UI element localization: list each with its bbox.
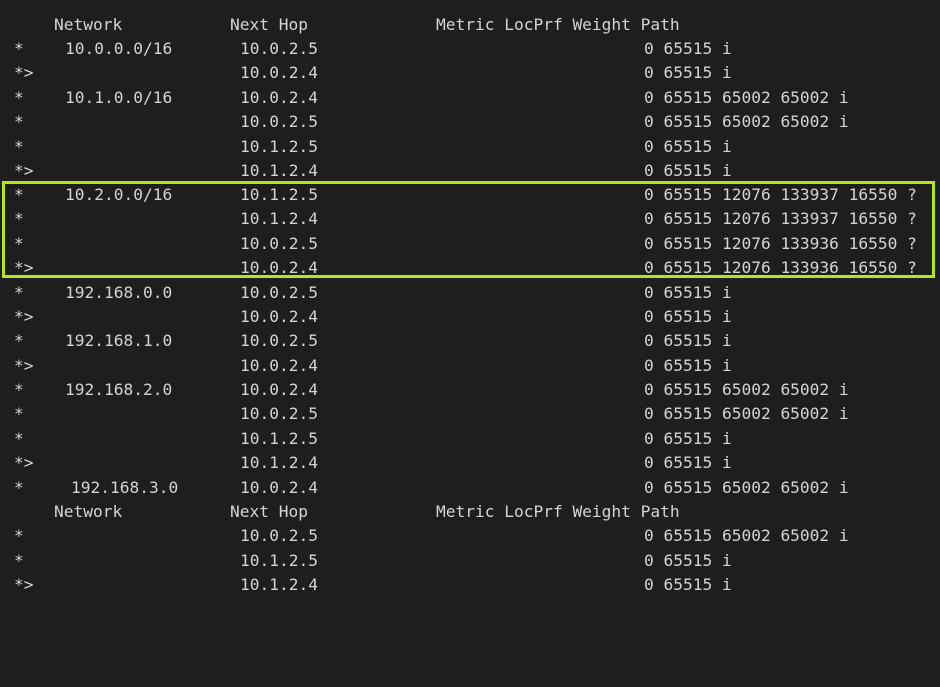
route-next-hop: 10.1.2.4 [240, 453, 318, 472]
route-next-hop: 10.1.2.5 [240, 429, 318, 448]
route-weight-path: 0 65515 i [644, 137, 732, 156]
route-weight-path: 0 65515 i [644, 283, 732, 302]
route-weight-path: 0 65515 i [644, 63, 732, 82]
route-status: * [14, 283, 24, 302]
route-status: * [14, 39, 24, 58]
route-next-hop: 10.0.2.4 [240, 88, 318, 107]
route-weight-path: 0 65515 65002 65002 i [644, 526, 849, 545]
table-row: *> 10.1.2.4 0 65515 i [0, 451, 940, 475]
terminal-output: Network Next Hop Metric LocPrf Weight Pa… [0, 0, 940, 595]
route-next-hop: 10.0.2.4 [240, 63, 318, 82]
route-next-hop: 10.0.2.4 [240, 380, 318, 399]
route-network: 192.168.0.0 [65, 283, 173, 302]
route-weight-path: 0 65515 65002 65002 i [644, 112, 849, 131]
table-header: Network Next Hop Metric LocPrf Weight Pa… [0, 500, 940, 524]
header-network: Network [54, 502, 123, 521]
table-row: * 192.168.0.0 10.0.2.5 0 65515 i [0, 281, 940, 305]
route-weight-path: 0 65515 65002 65002 i [644, 404, 849, 423]
route-status: *> [14, 307, 34, 326]
route-next-hop: 10.0.2.5 [240, 404, 318, 423]
route-weight-path: 0 65515 65002 65002 i [644, 478, 849, 497]
route-status: * [14, 404, 24, 423]
route-status: * [14, 526, 24, 545]
route-weight-path: 0 65515 i [644, 551, 732, 570]
route-weight-path: 0 65515 i [644, 161, 732, 180]
route-next-hop: 10.1.2.5 [240, 551, 318, 570]
route-next-hop: 10.1.2.4 [240, 575, 318, 594]
route-status: * [14, 331, 24, 350]
header-next-hop: Next Hop [230, 502, 308, 521]
route-status: * [14, 88, 24, 107]
table-row: * 10.1.2.5 0 65515 i [0, 135, 940, 159]
route-weight-path: 0 65515 i [644, 307, 732, 326]
table-row: * 10.0.2.5 0 65515 65002 65002 i [0, 110, 940, 134]
table-row: * 10.1.2.5 0 65515 i [0, 549, 940, 573]
route-weight-path: 0 65515 i [644, 356, 732, 375]
route-next-hop: 10.0.2.5 [240, 39, 318, 58]
route-status: * [14, 380, 24, 399]
route-next-hop: 10.0.2.5 [240, 112, 318, 131]
route-weight-path: 0 65515 i [644, 453, 732, 472]
route-next-hop: 10.0.2.4 [240, 356, 318, 375]
route-weight-path: 0 65515 i [644, 39, 732, 58]
table-row: *> 10.1.2.4 0 65515 i [0, 159, 940, 183]
route-next-hop: 10.1.2.5 [240, 137, 318, 156]
route-next-hop: 10.0.2.4 [240, 478, 318, 497]
route-next-hop: 10.0.2.4 [240, 307, 318, 326]
header-next-hop: Next Hop [230, 15, 308, 34]
route-network: 10.0.0.0/16 [65, 39, 173, 58]
route-network: 192.168.1.0 [65, 331, 173, 350]
highlight-box [2, 181, 935, 278]
table-row: * 10.0.2.5 0 65515 65002 65002 i [0, 402, 940, 426]
table-row: *> 10.0.2.4 0 65515 i [0, 354, 940, 378]
route-weight-path: 0 65515 i [644, 575, 732, 594]
route-weight-path: 0 65515 65002 65002 i [644, 380, 849, 399]
route-weight-path: 0 65515 i [644, 429, 732, 448]
table-row: *> 10.0.2.4 0 65515 i [0, 61, 940, 85]
route-status: *> [14, 63, 34, 82]
table-row: *> 10.0.2.4 0 65515 i [0, 305, 940, 329]
route-status: * [14, 429, 24, 448]
route-status: *> [14, 575, 34, 594]
route-status: *> [14, 453, 34, 472]
route-weight-path: 0 65515 i [644, 331, 732, 350]
header-network: Network [54, 15, 123, 34]
table-row: * 10.0.2.5 0 65515 65002 65002 i [0, 524, 940, 548]
table-row: *> 10.1.2.4 0 65515 i [0, 573, 940, 597]
table-row: * 10.0.0.0/16 10.0.2.5 0 65515 i [0, 37, 940, 61]
route-status: * [14, 551, 24, 570]
route-status: * [14, 137, 24, 156]
table-row: * 10.1.0.0/16 10.0.2.4 0 65515 65002 650… [0, 86, 940, 110]
table-row: * 192.168.3.0 10.0.2.4 0 65515 65002 650… [0, 476, 940, 500]
route-network: 10.1.0.0/16 [65, 88, 173, 107]
route-next-hop: 10.0.2.5 [240, 526, 318, 545]
route-network: 192.168.2.0 [65, 380, 173, 399]
route-status: *> [14, 356, 34, 375]
route-next-hop: 10.0.2.5 [240, 331, 318, 350]
route-status: * [14, 478, 24, 497]
header-metric-locprf-weight-path: Metric LocPrf Weight Path [436, 502, 680, 521]
route-next-hop: 10.1.2.4 [240, 161, 318, 180]
header-metric-locprf-weight-path: Metric LocPrf Weight Path [436, 15, 680, 34]
route-weight-path: 0 65515 65002 65002 i [644, 88, 849, 107]
table-header: Network Next Hop Metric LocPrf Weight Pa… [0, 13, 940, 37]
table-row: * 10.1.2.5 0 65515 i [0, 427, 940, 451]
table-row: * 192.168.2.0 10.0.2.4 0 65515 65002 650… [0, 378, 940, 402]
route-next-hop: 10.0.2.5 [240, 283, 318, 302]
route-status: *> [14, 161, 34, 180]
route-status: * [14, 112, 24, 131]
table-row: * 192.168.1.0 10.0.2.5 0 65515 i [0, 329, 940, 353]
route-network: 192.168.3.0 [71, 478, 179, 497]
